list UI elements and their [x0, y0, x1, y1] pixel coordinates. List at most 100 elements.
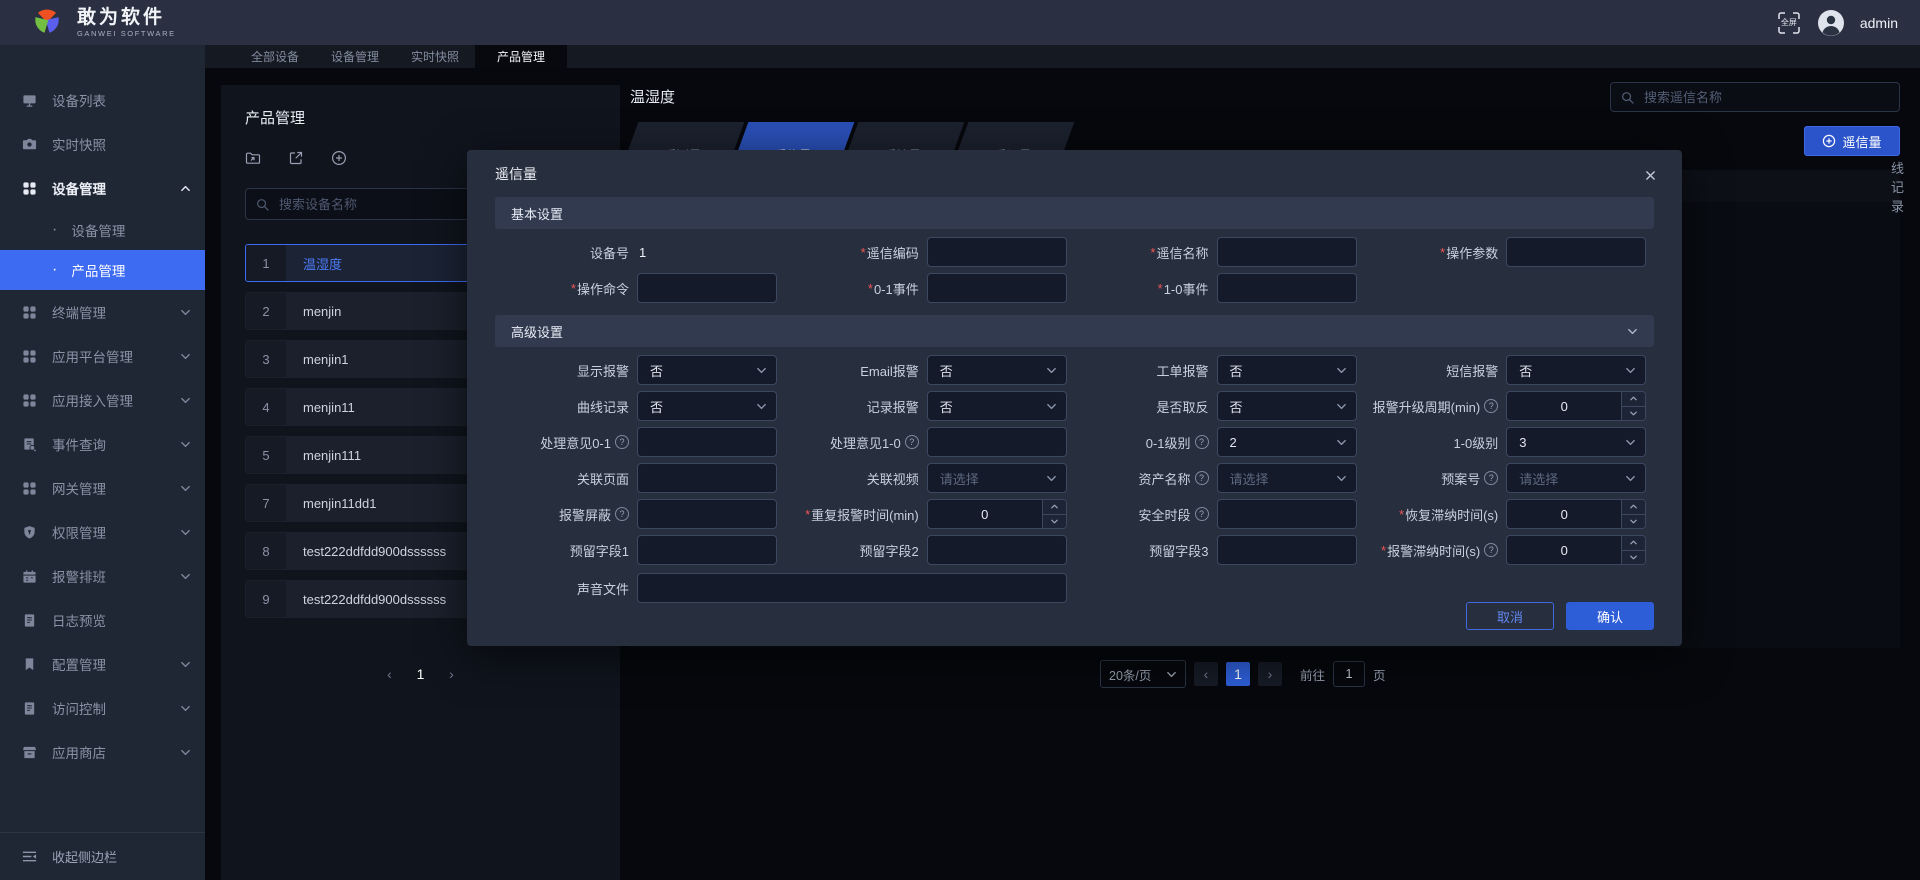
plus-circle-icon: [1822, 134, 1836, 148]
page-tab[interactable]: 设备管理: [315, 45, 395, 68]
collapse-section-icon[interactable]: [1627, 326, 1638, 337]
text-input[interactable]: [1216, 273, 1357, 303]
stepper-up[interactable]: [1622, 392, 1646, 406]
text-input[interactable]: [637, 273, 777, 303]
help-icon[interactable]: ?: [1484, 471, 1499, 485]
stepper-down[interactable]: [1622, 549, 1646, 564]
text-input[interactable]: [926, 427, 1067, 457]
select-dropdown[interactable]: 请选择: [1216, 463, 1357, 493]
sidebar-item[interactable]: 网关管理: [0, 466, 205, 510]
current-page-button[interactable]: 1: [409, 662, 433, 686]
select-dropdown[interactable]: 请选择: [926, 463, 1067, 493]
next-page-button[interactable]: ›: [1258, 662, 1282, 686]
stepper-up[interactable]: [1622, 536, 1646, 550]
chevron-down-icon: [756, 365, 767, 376]
stepper-down[interactable]: [1042, 513, 1066, 528]
collapse-sidebar-button[interactable]: 收起侧边栏: [0, 832, 205, 880]
help-icon[interactable]: ?: [1484, 543, 1499, 557]
sidebar-item[interactable]: 访问控制: [0, 686, 205, 730]
avatar[interactable]: [1817, 9, 1845, 37]
sidebar-item[interactable]: 报警排班: [0, 554, 205, 598]
chevron-icon: [180, 703, 191, 714]
number-stepper[interactable]: 0: [1506, 499, 1647, 529]
search-input[interactable]: [1642, 88, 1889, 106]
field-label: Email报警: [860, 363, 919, 379]
select-dropdown[interactable]: 2: [1216, 427, 1357, 457]
select-dropdown[interactable]: 否: [637, 391, 777, 421]
export-icon[interactable]: [288, 150, 304, 166]
required-star: *: [1381, 542, 1387, 558]
search-icon: [256, 198, 269, 211]
sidebar-item[interactable]: 设备管理: [0, 166, 205, 210]
next-page-button[interactable]: ›: [440, 662, 464, 686]
text-input[interactable]: [637, 535, 777, 565]
sidebar-item[interactable]: 实时快照: [0, 122, 205, 166]
number-stepper[interactable]: 0: [1506, 391, 1647, 421]
number-stepper[interactable]: 0: [926, 499, 1067, 529]
sidebar-item[interactable]: 应用接入管理: [0, 378, 205, 422]
sidebar-item[interactable]: 日志预览: [0, 598, 205, 642]
select-dropdown[interactable]: 否: [926, 355, 1067, 385]
product-index: 1: [246, 245, 286, 281]
page-size-select[interactable]: 20条/页: [1100, 660, 1186, 688]
text-input[interactable]: [637, 463, 777, 493]
confirm-button[interactable]: 确认: [1566, 602, 1654, 630]
select-dropdown[interactable]: 否: [1216, 355, 1357, 385]
required-star: *: [1399, 506, 1405, 522]
sidebar-item[interactable]: · 设备管理: [0, 210, 205, 250]
username: admin: [1859, 14, 1898, 31]
text-input[interactable]: [637, 499, 777, 529]
select-dropdown[interactable]: 否: [637, 355, 777, 385]
page-tab[interactable]: 全部设备: [235, 45, 315, 68]
text-input[interactable]: [637, 427, 777, 457]
sidebar-item[interactable]: 应用商店: [0, 730, 205, 774]
text-input[interactable]: [1506, 237, 1647, 267]
number-stepper[interactable]: 0: [1506, 535, 1647, 565]
add-circle-icon[interactable]: [331, 150, 347, 166]
select-dropdown[interactable]: 3: [1506, 427, 1647, 457]
help-icon[interactable]: ?: [1194, 507, 1209, 521]
current-page-button[interactable]: 1: [1226, 662, 1250, 686]
text-input[interactable]: [1216, 535, 1357, 565]
help-icon[interactable]: ?: [904, 435, 919, 449]
close-icon[interactable]: [1641, 166, 1660, 185]
select-dropdown[interactable]: 否: [1216, 391, 1357, 421]
sidebar-item[interactable]: · 产品管理: [0, 250, 205, 290]
folder-move-icon[interactable]: [245, 150, 261, 166]
select-dropdown[interactable]: 请选择: [1506, 463, 1647, 493]
goto-page-input[interactable]: [1333, 661, 1366, 687]
text-input[interactable]: [1216, 237, 1357, 267]
select-dropdown[interactable]: 否: [1506, 355, 1647, 385]
page-tab[interactable]: 实时快照: [395, 45, 475, 68]
stepper-down[interactable]: [1622, 405, 1646, 420]
form-field: * 操作命令: [495, 273, 785, 303]
sidebar-item[interactable]: 设备列表: [0, 78, 205, 122]
add-telesignal-button[interactable]: 遥信量: [1804, 126, 1900, 156]
telesignal-search[interactable]: [1610, 82, 1900, 112]
text-input[interactable]: [1216, 499, 1357, 529]
select-dropdown[interactable]: 否: [926, 391, 1067, 421]
help-icon[interactable]: ?: [615, 507, 629, 521]
page-tab[interactable]: 产品管理: [475, 45, 568, 68]
stepper-up[interactable]: [1622, 500, 1646, 514]
sidebar-item[interactable]: 权限管理: [0, 510, 205, 554]
stepper-up[interactable]: [1042, 500, 1066, 514]
sidebar-item[interactable]: 事件查询: [0, 422, 205, 466]
fullscreen-icon[interactable]: 全屏: [1776, 10, 1802, 36]
advanced-settings-form: 显示报警否 Email报警否工单报警否短信报警否曲线记录否记录报警否是否取反否报警…: [495, 355, 1654, 571]
help-icon[interactable]: ?: [1194, 471, 1209, 485]
stepper-down[interactable]: [1622, 513, 1646, 528]
sound-file-input[interactable]: [637, 573, 1067, 603]
cancel-button[interactable]: 取消: [1466, 602, 1554, 630]
text-input[interactable]: [926, 535, 1067, 565]
sidebar-item[interactable]: 应用平台管理: [0, 334, 205, 378]
text-input[interactable]: [926, 237, 1067, 267]
text-input[interactable]: [926, 273, 1067, 303]
prev-page-button[interactable]: ‹: [378, 662, 402, 686]
prev-page-button[interactable]: ‹: [1194, 662, 1218, 686]
sidebar-item[interactable]: 终端管理: [0, 290, 205, 334]
sidebar-item[interactable]: 配置管理: [0, 642, 205, 686]
help-icon[interactable]: ?: [1194, 435, 1209, 449]
help-icon[interactable]: ?: [615, 435, 629, 449]
help-icon[interactable]: ?: [1484, 399, 1499, 413]
